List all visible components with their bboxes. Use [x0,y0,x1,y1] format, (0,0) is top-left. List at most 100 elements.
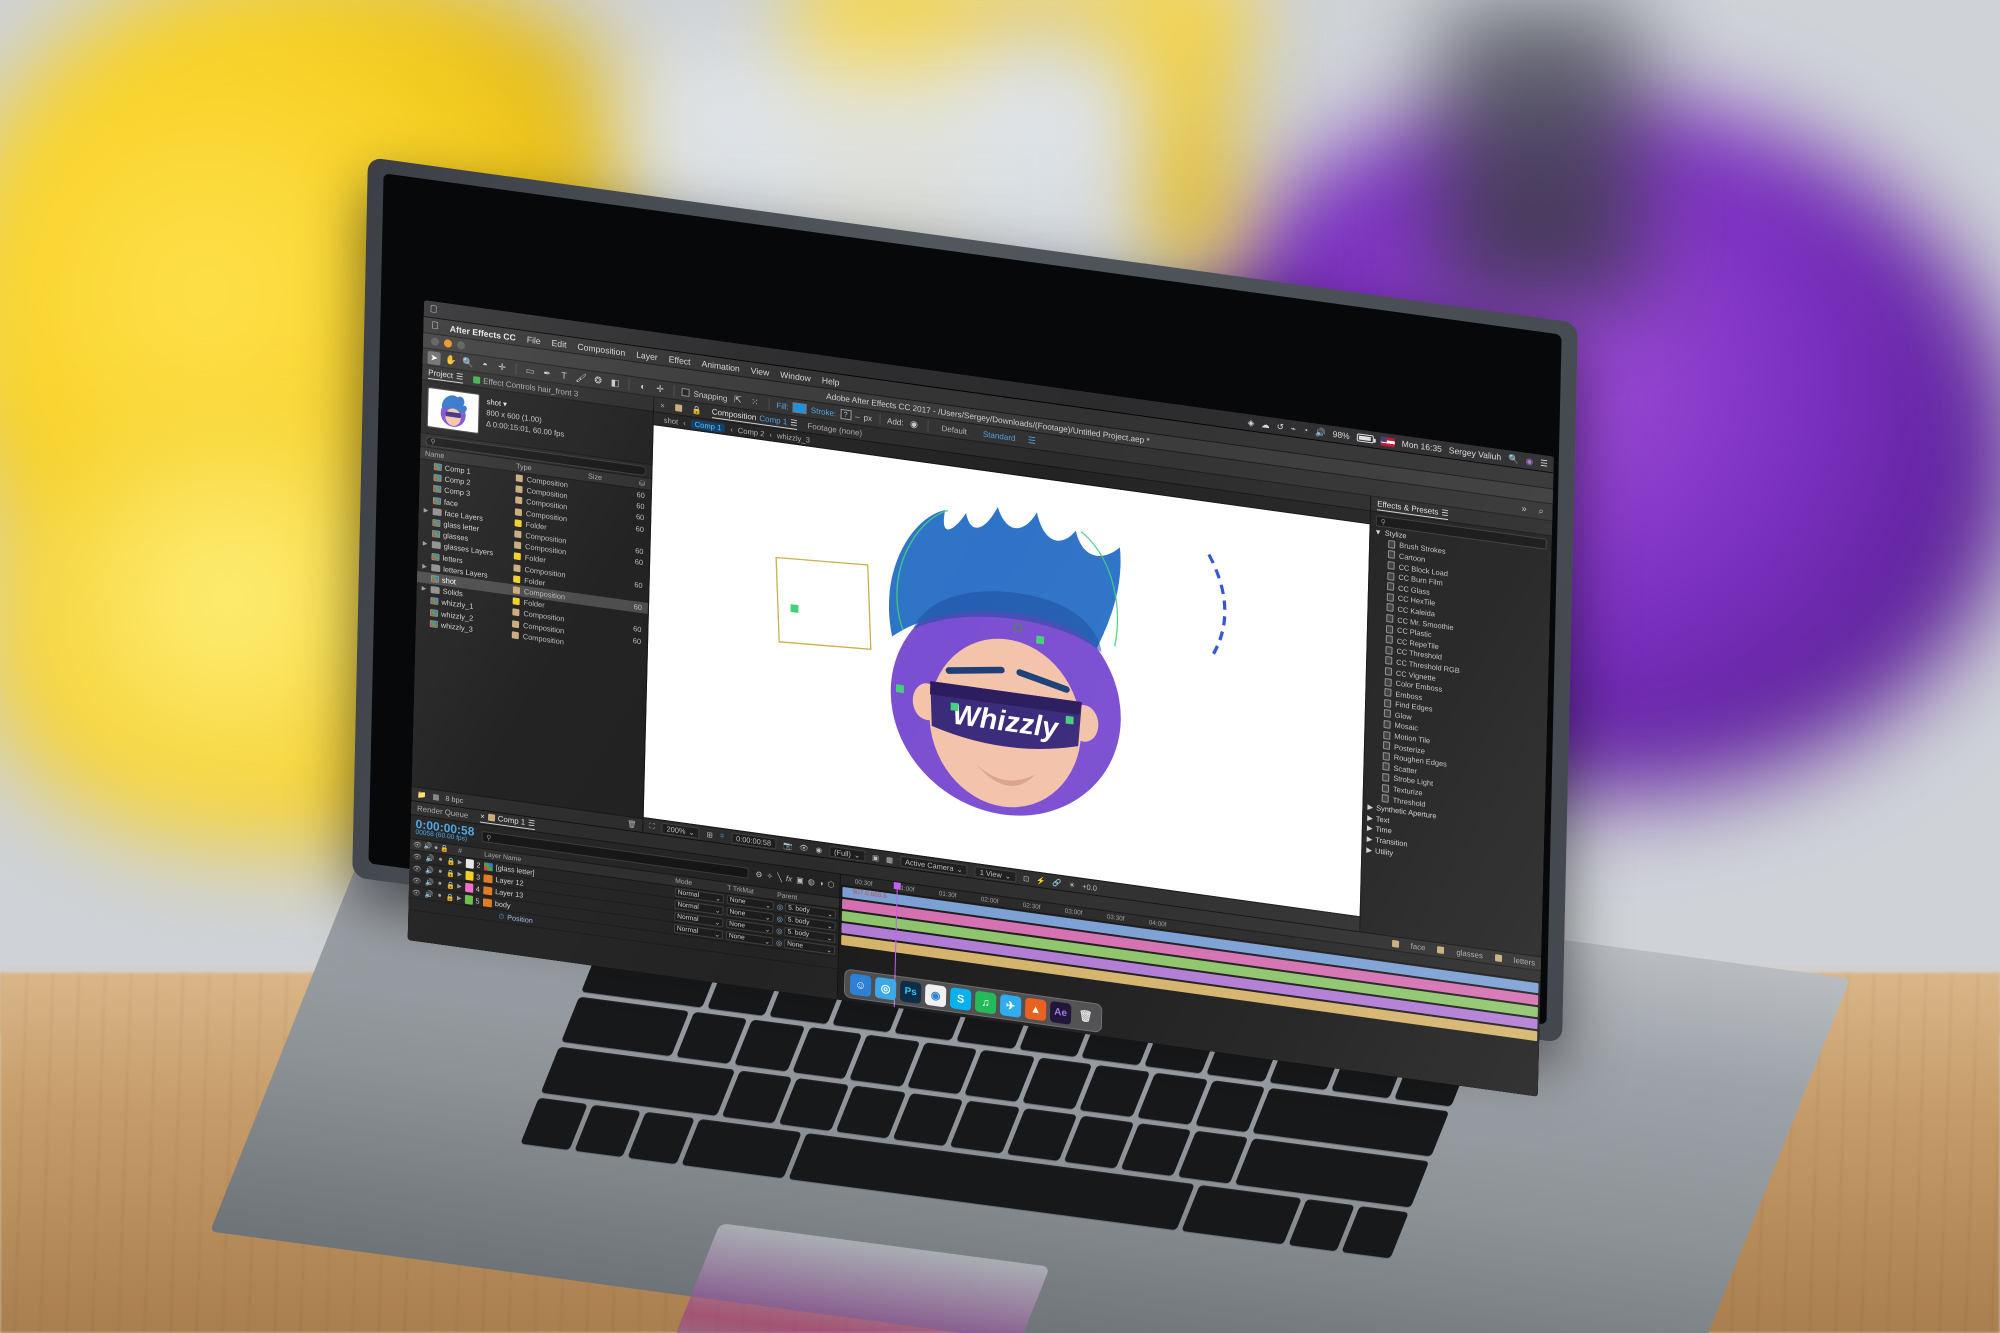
pickwhip-icon[interactable]: ◎ [776,938,783,948]
chevron-down-icon[interactable]: ▼ [1374,527,1382,537]
solo-icon[interactable]: ● [437,892,441,900]
brush-tool[interactable]: 🖌 [574,371,587,386]
safari-icon[interactable]: ◎ [874,976,897,1001]
project-items-list[interactable]: Comp 1 Composition 60 Comp 2 Composition 60 Co… [412,459,651,818]
menu-edit[interactable]: Edit [552,337,567,349]
minimize-button[interactable] [443,338,453,349]
disclosure-arrow-icon[interactable] [425,476,431,477]
bit-depth-label[interactable]: 8 bpc [445,794,463,805]
close-tab-icon[interactable]: × [660,400,665,410]
exposure-icon[interactable]: ☀ [1069,880,1076,890]
menu-effect[interactable]: Effect [669,353,691,366]
solo-icon[interactable]: ● [438,868,442,876]
trash-icon[interactable]: 🗑 [1075,1004,1097,1028]
battery-icon[interactable] [1356,433,1374,444]
region-of-interest-icon[interactable]: ▣ [872,852,879,862]
grid-icon[interactable]: ⊞ [707,829,713,839]
pen-tool[interactable]: ✒ [540,366,553,381]
layer-parent-cell[interactable] [776,954,838,963]
effects-list[interactable]: ▼ Stylize Brush Strokes Cartoon CC Block Loa… [1360,525,1551,956]
apple-logo-icon[interactable]:  [430,303,438,315]
expand-layer-icon[interactable]: ▶ [457,895,462,903]
pickwhip-icon[interactable]: ◎ [776,926,783,936]
breadcrumb-shot[interactable]: shot [664,415,679,426]
spotify-icon[interactable]: ♫ [974,990,997,1015]
disclosure-arrow-icon[interactable] [423,532,429,533]
channel-icon[interactable]: ◉ [816,844,823,854]
transparency-grid-icon[interactable]: ▩ [886,854,893,864]
type-tool[interactable]: T [557,368,570,383]
zoom-tool[interactable]: 🔍 [461,355,474,370]
puppet-pin-tool[interactable]: ✛ [653,381,666,396]
audio-icon[interactable]: 🔊 [425,866,434,875]
us-flag-icon[interactable] [1380,436,1395,447]
distribute-icon[interactable]: ⁙ [748,395,761,410]
dropbox-icon[interactable]: ◈ [1247,417,1255,429]
disclosure-arrow-icon[interactable] [424,499,430,500]
chevron-right-icon[interactable]: ▶ [1367,834,1373,844]
after-effects-icon[interactable]: Ae [1049,1000,1072,1025]
orbit-camera-tool[interactable]: ◓ [478,357,491,372]
roto-brush-tool[interactable]: ◐ [636,379,649,394]
battery-percent[interactable]: 98% [1333,429,1350,441]
skype-icon[interactable]: S [949,987,972,1011]
chevron-right-icon[interactable]: ▶ [1367,823,1373,833]
frame-blend-icon[interactable]: ▣ [796,875,804,885]
menu-layer[interactable]: Layer [636,349,658,362]
menu-file[interactable]: File [527,334,541,346]
window-buttons[interactable] [430,337,466,350]
comp-panel-menu-icon[interactable]: ☰ [790,417,797,427]
menu-animation[interactable]: Animation [701,358,739,373]
viewer-fit-icon[interactable]: ⛶ [649,821,654,832]
timeline-switch-icons[interactable]: ⚙ ✧ ╲ fx ▣ ◍ ◑ ⬡ [755,870,835,890]
audio-icon[interactable]: 🔊 [426,854,435,863]
pickwhip-icon[interactable]: ◎ [777,902,784,912]
menubar-clock[interactable]: Mon 16:35 [1402,438,1442,454]
spotlight-search-icon[interactable]: 🔍 [1508,453,1519,465]
new-comp-icon[interactable]: ▦ [432,792,439,802]
fast-previews-icon[interactable]: ⚡ [1036,875,1045,885]
clone-stamp-tool[interactable]: ❂ [591,373,604,388]
shy-icon[interactable]: ✧ [766,871,773,881]
layer-index-cell[interactable] [457,910,483,914]
lock-icon[interactable]: 🔒 [447,857,456,866]
selection-tool[interactable]: ➤ [427,350,441,365]
eraser-tool[interactable]: ◧ [608,375,621,390]
menu-window[interactable]: Window [780,369,811,383]
workspace-menu-icon[interactable]: ☰ [1025,433,1038,448]
layer-color-swatch[interactable] [465,870,474,881]
disclosure-arrow-icon[interactable] [423,555,429,556]
key[interactable] [680,1119,802,1179]
time-machine-icon[interactable]: ↺ [1277,421,1284,433]
disclosure-arrow-icon[interactable]: ▶ [423,540,429,548]
snapping-checkbox[interactable] [681,387,690,397]
wifi-icon[interactable]: ◔ [1303,425,1308,436]
close-timeline-tab-icon[interactable]: × [480,812,485,822]
chevron-right-icon[interactable]: ▶ [1367,813,1373,823]
stroke-swatch[interactable]: ? [840,408,852,421]
snapshot-icon[interactable]: 📷 [783,840,792,850]
show-snapshot-icon[interactable]: 👁 [799,842,809,852]
exposure-value[interactable]: +0.0 [1082,881,1097,892]
fill-swatch[interactable] [792,402,807,415]
delete-icon[interactable]: 🗑 [627,819,636,829]
motion-blur-icon[interactable]: ⚙ [755,870,762,880]
chevron-down-icon[interactable]: ⌄ [764,937,770,946]
lock-icon[interactable]: 🔒 [446,881,455,890]
finder-icon[interactable]: ☺ [849,973,872,998]
volume-icon[interactable]: 🔊 [1315,426,1326,438]
chevron-down-icon[interactable]: ⌄ [765,901,771,910]
bluetooth-icon[interactable]: ⌁ [1291,423,1296,435]
adjustment-layer-icon[interactable]: ◑ [819,879,824,889]
expand-layer-icon[interactable]: ▶ [457,871,462,879]
chevron-down-icon[interactable]: ⌄ [715,894,721,903]
chevron-down-icon[interactable]: ⌄ [827,921,833,930]
notification-center-icon[interactable]: ☰ [1540,457,1548,469]
disclosure-arrow-icon[interactable] [421,622,427,623]
add-dropdown-icon[interactable]: ◉ [907,417,920,432]
overflow-icon[interactable]: » [1517,501,1530,516]
key[interactable] [1181,1185,1302,1245]
chevron-down-icon[interactable]: ⌄ [826,945,832,954]
chevron-down-icon[interactable]: ⌄ [827,909,833,918]
disclosure-arrow-icon[interactable] [421,611,427,612]
